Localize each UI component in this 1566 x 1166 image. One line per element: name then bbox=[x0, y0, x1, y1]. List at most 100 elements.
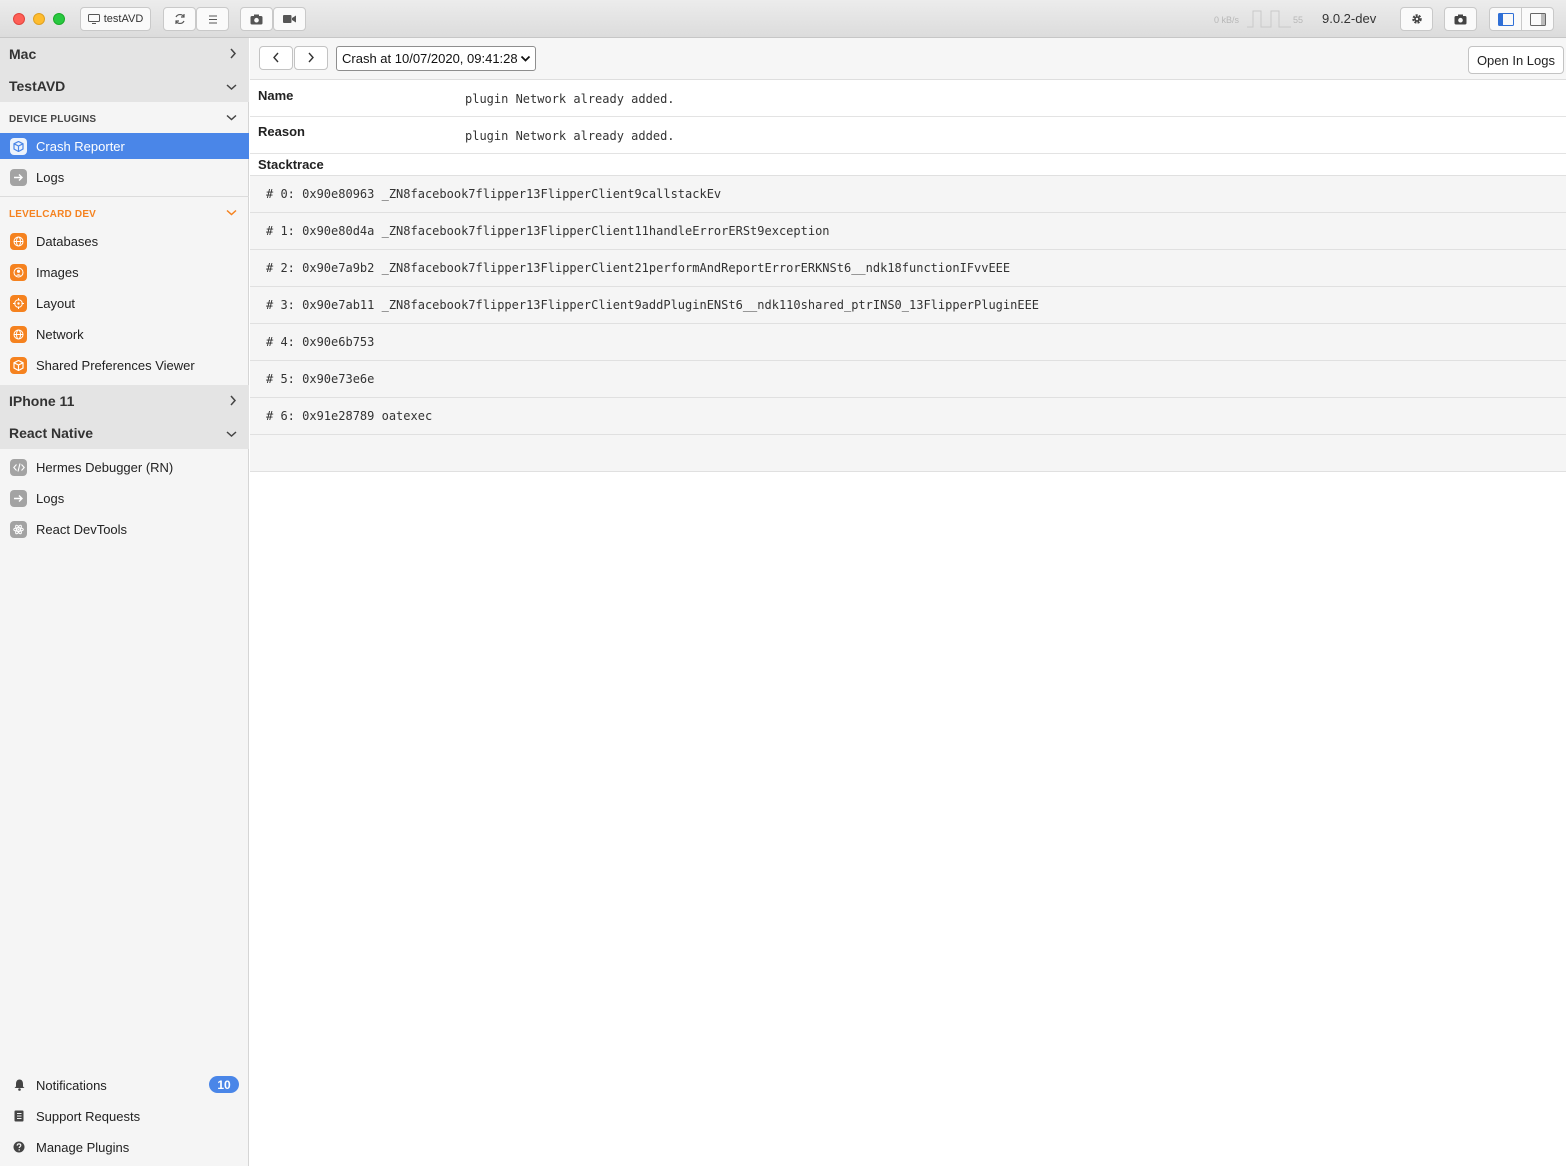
group-levelcard-dev[interactable]: LEVELCARD DEV bbox=[0, 199, 249, 229]
sidebar-item-label: Hermes Debugger (RN) bbox=[36, 459, 174, 475]
stacktrace-line: # 6: 0x91e28789 oatexec bbox=[250, 398, 1566, 435]
device-selector-button[interactable]: testAVD bbox=[80, 7, 151, 31]
chevron-right-icon bbox=[229, 46, 237, 62]
device-label: testAVD bbox=[103, 13, 144, 25]
toggle-right-sidebar-button[interactable] bbox=[1521, 7, 1554, 31]
video-icon bbox=[283, 14, 296, 24]
refresh-button[interactable] bbox=[163, 7, 196, 31]
refresh-icon bbox=[174, 13, 186, 25]
camera-icon bbox=[250, 14, 263, 25]
support-requests-label: Support Requests bbox=[36, 1108, 141, 1124]
gear-icon bbox=[1411, 13, 1423, 25]
group-device-plugins[interactable]: DEVICE PLUGINS bbox=[0, 104, 249, 134]
globe-icon bbox=[10, 325, 27, 343]
sidebar-item-label: Logs bbox=[36, 169, 65, 185]
box-icon bbox=[10, 356, 27, 374]
support-requests-button[interactable]: Support Requests bbox=[0, 1102, 249, 1130]
chevron-down-icon bbox=[226, 425, 237, 441]
section-iphone-11[interactable]: IPhone 11 bbox=[0, 385, 249, 417]
arrow-right-icon bbox=[10, 168, 27, 186]
manage-plugins-button[interactable]: Manage Plugins bbox=[0, 1133, 249, 1161]
chevron-down-icon bbox=[226, 78, 237, 94]
stacktrace-line: # 1: 0x90e80d4a _ZN8facebook7flipper13Fl… bbox=[250, 213, 1566, 250]
globe-icon bbox=[10, 232, 27, 250]
chevron-left-icon bbox=[272, 51, 280, 66]
section-label: React Native bbox=[9, 425, 94, 441]
sidebar-item-layout[interactable]: Layout bbox=[0, 290, 249, 316]
stacktrace-line bbox=[250, 435, 1566, 472]
code-icon bbox=[10, 458, 27, 476]
sidebar-item-label: Logs bbox=[36, 490, 65, 506]
monitor-icon bbox=[87, 14, 100, 24]
toggle-left-sidebar-button[interactable] bbox=[1489, 7, 1522, 31]
sidebar-item-shared-preferences-viewer[interactable]: Shared Preferences Viewer bbox=[0, 352, 249, 378]
person-icon bbox=[10, 263, 27, 281]
previous-crash-button[interactable] bbox=[259, 46, 293, 70]
reason-label: Reason bbox=[258, 124, 305, 139]
screenshot-button[interactable] bbox=[240, 7, 273, 31]
zoom-window-button[interactable] bbox=[53, 13, 65, 25]
sidebar-item-label: Network bbox=[36, 326, 84, 342]
section-mac[interactable]: Mac bbox=[0, 38, 249, 70]
sidebar-item-databases[interactable]: Databases bbox=[0, 228, 249, 254]
chevron-right-icon bbox=[307, 51, 315, 66]
crash-selector-value: Crash at 10/07/2020, 09:41:28 bbox=[342, 51, 518, 66]
atom-icon bbox=[10, 520, 27, 538]
sidebar-item-label: React DevTools bbox=[36, 521, 128, 537]
notifications-button[interactable]: Notifications 10 bbox=[0, 1071, 249, 1099]
group-label: DEVICE PLUGINS bbox=[9, 113, 97, 125]
clipboard-icon bbox=[12, 1110, 26, 1122]
stacktrace-line: # 0: 0x90e80963 _ZN8facebook7flipper13Fl… bbox=[250, 176, 1566, 213]
arrow-right-icon bbox=[10, 489, 27, 507]
notifications-count-badge: 10 bbox=[209, 1076, 239, 1093]
sidebar-item-react-devtools[interactable]: React DevTools bbox=[0, 516, 249, 542]
name-label: Name bbox=[258, 88, 294, 103]
name-value: plugin Network already added. bbox=[465, 92, 675, 106]
sidebar-item-network[interactable]: Network bbox=[0, 321, 249, 347]
question-circle-icon bbox=[12, 1141, 26, 1153]
fps-graph bbox=[1247, 10, 1291, 28]
box-icon bbox=[10, 137, 27, 155]
section-label: TestAVD bbox=[9, 78, 66, 94]
sidebar-item-images[interactable]: Images bbox=[0, 259, 249, 285]
menu-icon bbox=[208, 15, 218, 24]
left-sidebar-icon bbox=[1497, 12, 1514, 26]
close-window-button[interactable] bbox=[13, 13, 25, 25]
section-testavd[interactable]: TestAVD bbox=[0, 70, 249, 102]
stacktrace-line: # 3: 0x90e7ab11 _ZN8facebook7flipper13Fl… bbox=[250, 287, 1566, 324]
sidebar-item-label: Images bbox=[36, 264, 79, 280]
menu-button[interactable] bbox=[196, 7, 229, 31]
divider bbox=[0, 196, 249, 197]
sidebar-item-label: Shared Preferences Viewer bbox=[36, 357, 195, 373]
crash-name-row: Name plugin Network already added. bbox=[250, 80, 1566, 117]
chevron-down-icon bbox=[520, 52, 531, 68]
manage-plugins-label: Manage Plugins bbox=[36, 1139, 130, 1155]
section-react-native[interactable]: React Native bbox=[0, 417, 249, 449]
record-button[interactable] bbox=[273, 7, 306, 31]
next-crash-button[interactable] bbox=[294, 46, 328, 70]
title-bar: testAVD 0 kB/s 55 9.0.2-dev bbox=[0, 0, 1566, 38]
right-sidebar-icon bbox=[1529, 12, 1546, 26]
stacktrace-line: # 4: 0x90e6b753 bbox=[250, 324, 1566, 361]
network-rate: 0 kB/s bbox=[1214, 15, 1240, 25]
reason-value: plugin Network already added. bbox=[465, 129, 675, 143]
open-in-logs-button[interactable]: Open In Logs bbox=[1467, 46, 1564, 74]
sidebar: Mac TestAVD DEVICE PLUGINS Crash Reporte… bbox=[0, 38, 249, 1166]
sidebar-item-logs[interactable]: Logs bbox=[0, 164, 249, 190]
section-label: Mac bbox=[9, 46, 37, 62]
stacktrace-line: # 2: 0x90e7a9b2 _ZN8facebook7flipper13Fl… bbox=[250, 250, 1566, 287]
stacktrace-label: Stacktrace bbox=[258, 157, 324, 172]
sidebar-item-label: Databases bbox=[36, 233, 99, 249]
network-fps-indicator: 0 kB/s 55 bbox=[1214, 9, 1306, 29]
target-icon bbox=[10, 294, 27, 312]
minimize-window-button[interactable] bbox=[33, 13, 45, 25]
chevron-down-icon bbox=[226, 114, 237, 125]
sidebar-item-rn-logs[interactable]: Logs bbox=[0, 485, 249, 511]
crash-selector[interactable]: Crash at 10/07/2020, 09:41:28 bbox=[336, 46, 536, 71]
rage-shake-button[interactable] bbox=[1444, 7, 1477, 31]
version-label: 9.0.2-dev bbox=[1322, 11, 1377, 26]
settings-button[interactable] bbox=[1400, 7, 1433, 31]
section-label: IPhone 11 bbox=[9, 393, 75, 409]
sidebar-item-hermes-debugger[interactable]: Hermes Debugger (RN) bbox=[0, 454, 249, 480]
sidebar-item-crash-reporter[interactable]: Crash Reporter bbox=[0, 133, 249, 159]
